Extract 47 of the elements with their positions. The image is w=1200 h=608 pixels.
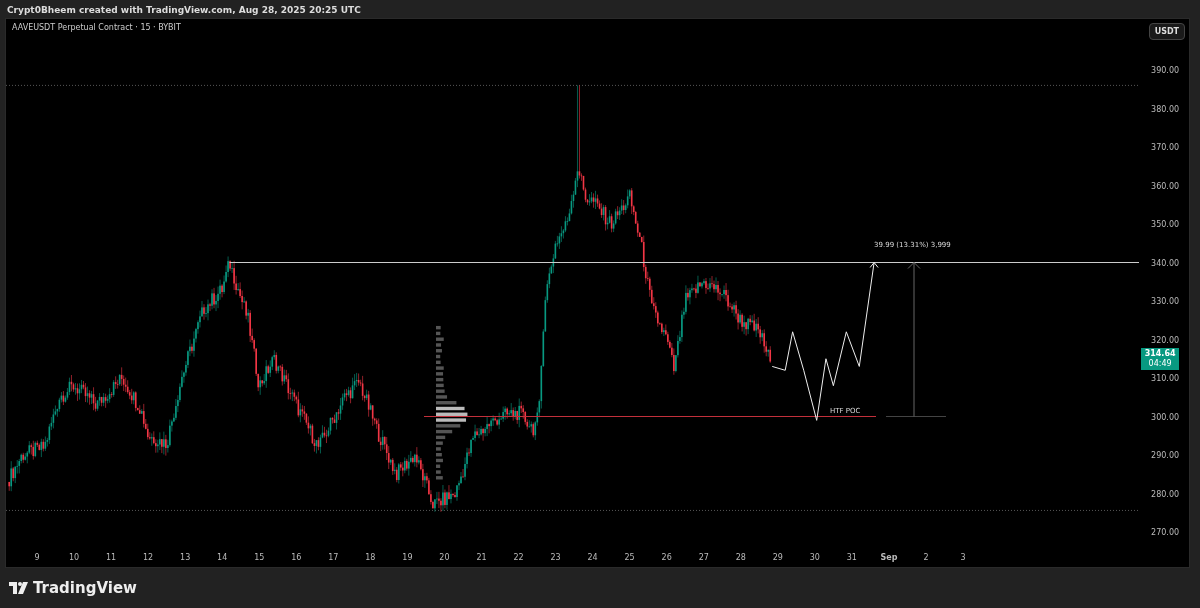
date-label: 12	[143, 553, 154, 562]
date-label: 23	[550, 553, 561, 562]
price-label: 300.00	[1151, 412, 1180, 421]
chart-credit: Crypt0Bheem created with TradingView.com, Aug 28, 2025 20:25 UTC	[6, 4, 362, 17]
price-label: 280.00	[1151, 489, 1180, 498]
date-label: 20	[439, 553, 450, 562]
date-label: 15	[254, 553, 265, 562]
date-label: 11	[106, 553, 117, 562]
month-label: Sep	[880, 553, 898, 562]
date-label: 31	[846, 553, 857, 562]
date-label: 16	[291, 553, 302, 562]
date-label: 24	[587, 553, 598, 562]
logo-text: TradingView	[33, 579, 137, 597]
date-label: 13	[180, 553, 191, 562]
price-label: 340.00	[1151, 258, 1180, 267]
date-label: 18	[365, 553, 376, 562]
symbol-title: AAVEUSDT Perpetual Contract · 15 · BYBIT	[12, 23, 181, 32]
date-label: 26	[661, 553, 672, 562]
price-label: 330.00	[1151, 296, 1180, 306]
date-label: 22	[513, 553, 524, 562]
price-label: 310.00	[1151, 373, 1180, 383]
date-label: 21	[476, 553, 487, 562]
price-label: 320.00	[1151, 335, 1180, 344]
date-label: 10	[68, 553, 80, 562]
date-label: 9	[34, 553, 40, 562]
price-label: 380.00	[1151, 104, 1180, 113]
logo-icon	[9, 582, 29, 594]
date-label: 28	[735, 553, 746, 562]
range-line	[885, 416, 947, 417]
date-label: 25	[624, 553, 635, 562]
date-label: 2	[923, 553, 929, 562]
current-price: 314.64	[1144, 349, 1176, 359]
date-label: 14	[217, 553, 228, 562]
price-label: 270.00	[1151, 527, 1180, 537]
date-label: 30	[809, 553, 820, 562]
date-label: 3	[960, 553, 966, 562]
price-label: 370.00	[1151, 142, 1180, 152]
price-label: 350.00	[1151, 219, 1180, 229]
date-label: 27	[698, 553, 709, 562]
currency-button[interactable]: USDT	[1148, 23, 1185, 40]
price-label: 290.00	[1151, 450, 1180, 460]
date-label: 19	[402, 553, 413, 562]
date-label: 17	[328, 553, 339, 562]
date-label: 29	[772, 553, 783, 562]
bar-countdown: 04:49	[1148, 359, 1172, 370]
price-label: 390.00	[1151, 65, 1180, 75]
price-label: 360.00	[1151, 181, 1180, 190]
